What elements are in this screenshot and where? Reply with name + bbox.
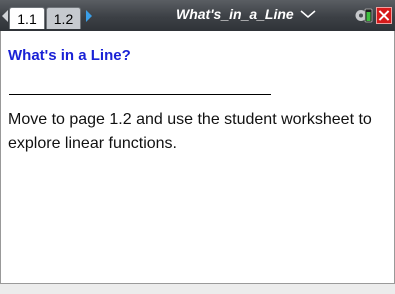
tab-page-1-2[interactable]: 1.2 xyxy=(46,7,81,29)
page-heading: What's in a Line? xyxy=(8,47,131,64)
bottom-bar xyxy=(0,283,395,294)
instruction-text: Move to page 1.2 and use the student wor… xyxy=(8,111,372,152)
close-icon[interactable] xyxy=(376,7,392,24)
settings-gear-icon[interactable] xyxy=(355,7,373,24)
chevron-down-icon[interactable] xyxy=(300,9,316,19)
previous-page-arrow-icon[interactable] xyxy=(2,10,8,22)
divider-line xyxy=(9,94,271,95)
page-content: What's in a Line? Move to page 1.2 and u… xyxy=(0,31,395,283)
next-page-arrow-icon[interactable] xyxy=(86,10,92,22)
toolbar: 1.1 1.2 What's_in_a_Line xyxy=(0,0,395,31)
document-title[interactable]: What's_in_a_Line xyxy=(176,6,294,22)
tab-page-1-1[interactable]: 1.1 xyxy=(9,7,45,29)
nspire-window: 1.1 1.2 What's_in_a_Line What's in a Lin… xyxy=(0,0,395,294)
